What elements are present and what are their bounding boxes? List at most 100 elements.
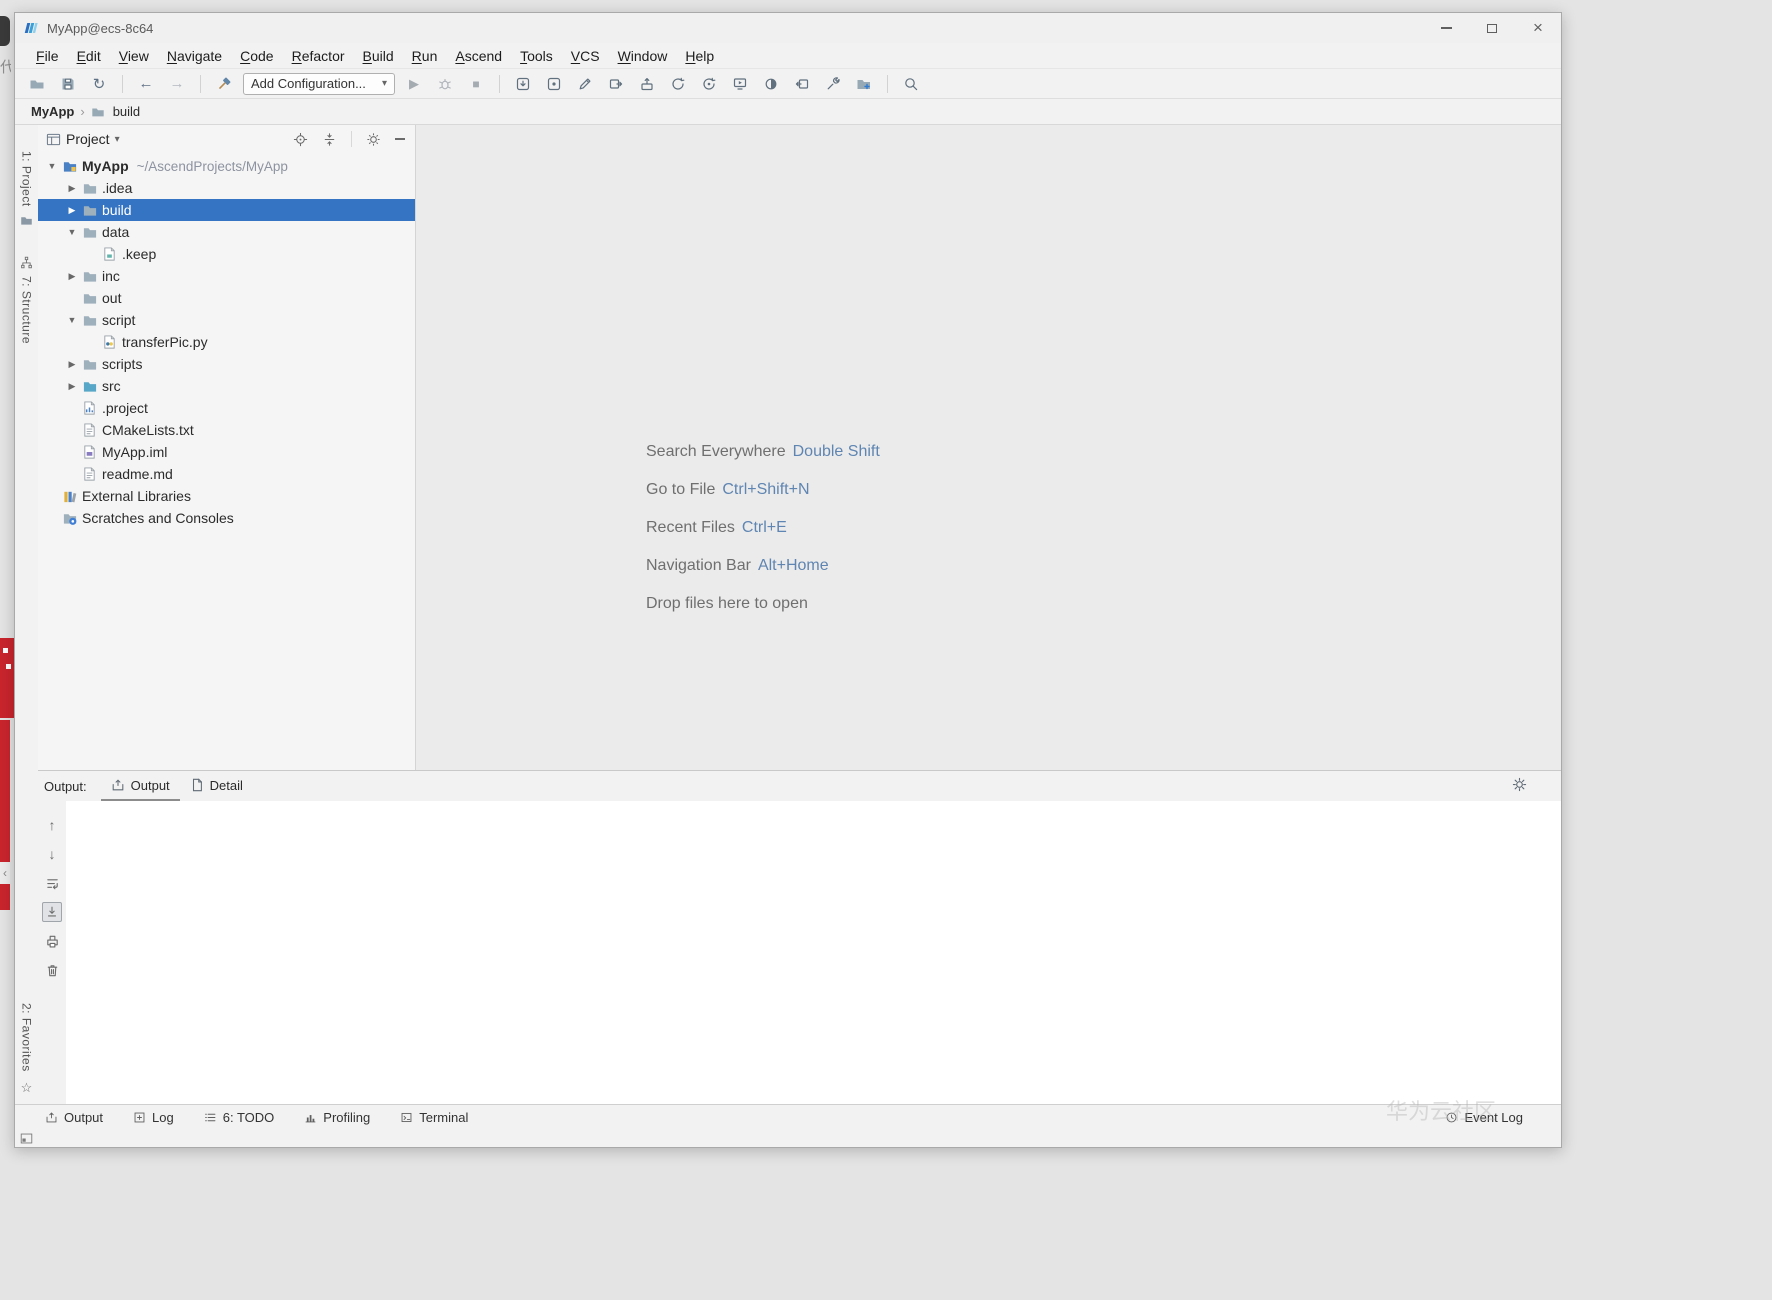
tree-item-scripts[interactable]: ▶ scripts [38,353,415,375]
folder-icon [82,356,100,372]
menu-item-ascend[interactable]: Ascend [446,43,511,69]
breadcrumb-item-build[interactable]: build [113,104,140,119]
minimize-button[interactable] [1423,13,1469,43]
ide-window: MyApp@ecs-8c64 × File Edit View Navigate Cod… [14,12,1562,1148]
tree-item--idea[interactable]: ▶ .idea [38,177,415,199]
editor-area[interactable]: Search Everywhere Double Shift Go to File C… [416,125,1561,770]
pencil-icon[interactable] [573,72,597,96]
tree-item-myapp-iml[interactable]: MyApp.iml [38,441,415,463]
menu-item-code[interactable]: Code [231,43,282,69]
star-icon[interactable]: ☆ [21,1080,33,1096]
menu-item-help[interactable]: Help [676,43,723,69]
menu-item-run[interactable]: Run [403,43,447,69]
tool-button-project[interactable]: 1: Project [20,151,34,207]
down-arrow-icon[interactable]: ↓ [42,844,62,864]
scroll-to-end-icon[interactable] [42,902,62,922]
run-icon[interactable]: ▶ [402,72,426,96]
settings-gear-icon[interactable] [366,132,381,147]
output-console[interactable] [66,801,1561,1104]
tree-item-myapp[interactable]: ▼ MyApp ~/AscendProjects/MyApp [38,155,415,177]
settings-gear-icon[interactable] [1512,777,1527,795]
tool-button-favorites[interactable]: 2: Favorites [20,1003,34,1072]
project-panel-title[interactable]: Project [66,131,110,147]
wrench-icon[interactable] [821,72,845,96]
tree-item-transferpic-py[interactable]: transferPic.py [38,331,415,353]
chevron-right-icon[interactable]: ▶ [62,205,82,216]
tree-item-out[interactable]: out [38,287,415,309]
half-circle-icon[interactable] [759,72,783,96]
tree-item-external-libraries[interactable]: External Libraries [38,485,415,507]
menu-item-edit[interactable]: Edit [68,43,110,69]
tool-button-todo[interactable]: 6: TODO [204,1110,274,1125]
tree-item-scratches-and-consoles[interactable]: Scratches and Consoles [38,507,415,529]
tree-item-build[interactable]: ▶ build [38,199,415,221]
chevron-right-icon[interactable]: ▶ [62,271,82,282]
tool-button-structure[interactable]: 7: Structure [20,276,34,344]
locate-file-icon[interactable] [293,132,308,147]
run-configuration-select[interactable]: Add Configuration... ▾ [243,72,395,95]
stop-icon[interactable]: ■ [464,72,488,96]
add-folder-icon[interactable] [852,72,876,96]
chevron-right-icon[interactable]: ▶ [62,359,82,370]
tool-button-output[interactable]: Output [45,1110,103,1125]
tree-item-data[interactable]: ▼ data [38,221,415,243]
chevron-right-icon[interactable]: ▶ [62,183,82,194]
back-icon[interactable]: ← [134,72,158,96]
menu-item-refactor[interactable]: Refactor [283,43,354,69]
save-icon[interactable] [56,72,80,96]
menu-item-view[interactable]: View [110,43,158,69]
chevron-down-icon[interactable]: ▼ [62,227,82,237]
close-button[interactable]: × [1515,13,1561,43]
tree-item-script[interactable]: ▼ script [38,309,415,331]
chevron-down-icon[interactable]: ▼ [62,315,82,325]
box-arrow-left-icon[interactable] [790,72,814,96]
menu-item-build[interactable]: Build [354,43,403,69]
search-icon[interactable] [899,72,923,96]
circular-arrow-dot-icon[interactable] [697,72,721,96]
event-log-button[interactable]: Event Log [1445,1110,1523,1125]
menu-item-navigate[interactable]: Navigate [158,43,231,69]
forward-icon[interactable]: → [165,72,189,96]
menu-item-tools[interactable]: Tools [511,43,562,69]
up-arrow-icon[interactable]: ↑ [42,815,62,835]
tool-button-profiling[interactable]: Profiling [304,1110,370,1125]
folder-icon [82,180,100,196]
box-arrow-up-icon[interactable] [635,72,659,96]
collapse-all-icon[interactable] [322,132,337,147]
box-down-arrow-icon[interactable] [511,72,535,96]
tree-item--keep[interactable]: .keep [38,243,415,265]
hide-panel-icon[interactable] [395,138,405,140]
monitor-play-icon[interactable] [728,72,752,96]
menu-item-window[interactable]: Window [609,43,677,69]
project-tool-icon[interactable] [20,214,33,227]
tool-button-log[interactable]: Log [133,1110,174,1125]
title-bar[interactable]: MyApp@ecs-8c64 × [15,13,1561,43]
chevron-right-icon[interactable]: ▶ [62,381,82,392]
tree-item--project[interactable]: .project [38,397,415,419]
circular-arrow-icon[interactable] [666,72,690,96]
tab-output[interactable]: Output [100,771,180,801]
tree-item-readme-md[interactable]: readme.md [38,463,415,485]
structure-tool-icon[interactable] [20,256,33,269]
print-icon[interactable] [42,931,62,951]
menu-item-file[interactable]: File [27,43,68,69]
chevron-down-icon[interactable]: ▼ [42,161,62,171]
build-hammer-icon[interactable] [212,72,236,96]
open-folder-icon[interactable] [25,72,49,96]
maximize-button[interactable] [1469,13,1515,43]
box-dot-icon[interactable] [542,72,566,96]
menu-item-vcs[interactable]: VCS [562,43,609,69]
tab-detail[interactable]: Detail [180,771,253,801]
tree-item-src[interactable]: ▶ src [38,375,415,397]
tree-item-inc[interactable]: ▶ inc [38,265,415,287]
sync-icon[interactable]: ↻ [87,72,111,96]
toolbar-separator [887,74,888,93]
debug-bug-icon[interactable] [433,72,457,96]
tool-button-terminal[interactable]: Terminal [400,1110,468,1125]
box-arrow-right-icon[interactable] [604,72,628,96]
breadcrumb-item-project[interactable]: MyApp [31,104,74,119]
soft-wrap-icon[interactable] [42,873,62,893]
tool-window-switcher-icon[interactable] [20,1132,33,1145]
tree-item-cmakelists-txt[interactable]: CMakeLists.txt [38,419,415,441]
clear-all-icon[interactable] [42,960,62,980]
